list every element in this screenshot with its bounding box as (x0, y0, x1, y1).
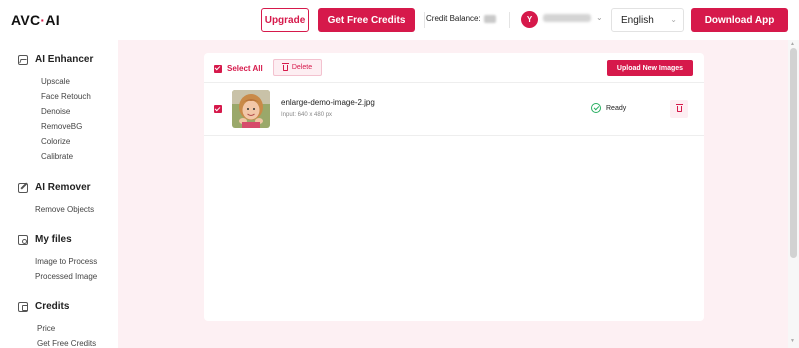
check-circle-icon (591, 103, 601, 113)
trash-icon (281, 62, 289, 71)
edit-icon (18, 182, 28, 193)
folder-icon (18, 234, 28, 245)
chevron-down-icon[interactable]: ⌄ (596, 13, 603, 22)
table-row (204, 83, 704, 135)
sidebar-item-face-retouch[interactable]: Face Retouch (41, 92, 91, 101)
language-value: English (621, 15, 654, 26)
credit-balance-label: Credit Balance: (426, 14, 481, 23)
sidebar-section-ai-remover[interactable]: AI Remover (18, 182, 91, 193)
username-redacted[interactable] (543, 14, 591, 22)
sidebar-section-label: AI Enhancer (35, 54, 94, 65)
checkbox-checked-icon (214, 64, 222, 73)
get-free-credits-button[interactable]: Get Free Credits (318, 8, 415, 32)
sidebar-item-removebg[interactable]: RemoveBG (41, 122, 82, 131)
delete-button[interactable]: Delete (273, 59, 322, 76)
sidebar-item-processed-image[interactable]: Processed Image (35, 272, 97, 281)
sidebar-item-calibrate[interactable]: Calibrate (41, 152, 73, 161)
row-divider (204, 135, 704, 136)
row-delete-button[interactable] (670, 100, 688, 118)
wallet-icon (18, 301, 28, 312)
sidebar-section-credits[interactable]: Credits (18, 301, 69, 312)
row-checkbox[interactable] (214, 105, 222, 113)
file-dimensions: Input: 640 x 480 px (281, 112, 333, 118)
status-badge: Ready (606, 105, 627, 112)
scrollbar-thumb[interactable] (790, 48, 797, 258)
top-header: AVC·AI Upgrade Get Free Credits Credit B… (0, 0, 799, 40)
scroll-down-icon[interactable]: ▼ (790, 338, 795, 344)
sidebar-item-image-to-process[interactable]: Image to Process (35, 257, 97, 266)
file-name: enlarge-demo-image-2.jpg (281, 98, 375, 107)
language-select[interactable]: English ⌄ (611, 8, 684, 32)
sidebar-section-label: My files (35, 234, 72, 245)
chevron-down-icon: ⌄ (670, 15, 677, 24)
select-all-checkbox[interactable]: Select All (214, 64, 263, 73)
delete-label: Delete (291, 64, 313, 71)
scroll-up-icon[interactable]: ▲ (790, 41, 795, 47)
image-icon (18, 54, 28, 65)
image-thumbnail[interactable] (232, 90, 270, 128)
checkbox-checked-icon (214, 105, 222, 113)
sidebar-item-denoise[interactable]: Denoise (41, 107, 70, 116)
upgrade-button[interactable]: Upgrade (261, 8, 309, 32)
sidebar-section-label: AI Remover (35, 182, 91, 193)
avc-ai-logo[interactable]: AVC·AI (11, 12, 60, 28)
sidebar-section-my-files[interactable]: My files (18, 234, 72, 245)
header-divider (509, 12, 510, 28)
sidebar-item-remove-objects[interactable]: Remove Objects (35, 205, 94, 214)
user-avatar[interactable]: Y (521, 11, 538, 28)
header-divider (424, 12, 425, 28)
sidebar-section-ai-enhancer[interactable]: AI Enhancer (18, 54, 93, 65)
sidebar-item-upscale[interactable]: Upscale (41, 77, 70, 86)
upload-new-images-button[interactable]: Upload New Images (607, 60, 693, 76)
trash-icon (675, 104, 683, 112)
sidebar-item-colorize[interactable]: Colorize (41, 137, 70, 146)
sidebar-item-get-free-credits[interactable]: Get Free Credits (37, 339, 96, 348)
credit-balance: Credit Balance: (426, 14, 496, 23)
credit-balance-value-redacted (483, 14, 496, 23)
download-app-button[interactable]: Download App (691, 8, 788, 32)
sidebar-section-label: Credits (35, 301, 70, 312)
select-all-label: Select All (227, 64, 263, 73)
sidebar-item-price[interactable]: Price (37, 324, 55, 333)
